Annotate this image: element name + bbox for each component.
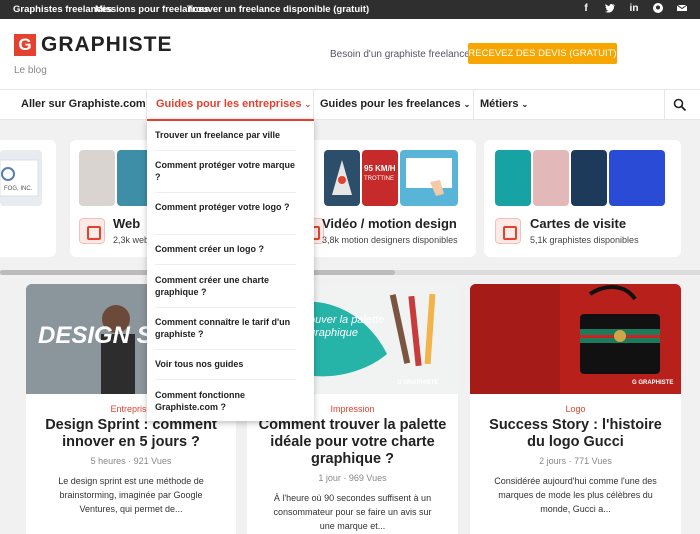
nav-divider: [146, 90, 147, 119]
site-header: G GRAPHISTE Le blog Besoin d'un graphist…: [0, 19, 700, 89]
dropdown-item-proteger-logo[interactable]: Comment protéger votre logo ?: [155, 201, 296, 213]
dropdown-item-charte-graphique[interactable]: Comment créer une charte graphique ?: [155, 274, 296, 298]
category-count: 2,3k web: [113, 235, 150, 245]
dropdown-item-tarif-graphiste[interactable]: Comment connaître le tarif d'un graphist…: [155, 316, 296, 340]
article-meta: 1 jour · 969 Vues: [318, 473, 387, 483]
linkedin-icon[interactable]: in: [628, 3, 640, 14]
dropdown-separator: [155, 234, 296, 235]
nav-metiers[interactable]: Métiers ⌄: [480, 98, 528, 110]
logo-text[interactable]: GRAPHISTE: [41, 33, 173, 57]
dropdown-separator: [155, 379, 296, 380]
chevron-down-icon: ⌄: [521, 100, 529, 109]
web-icon: [79, 218, 105, 244]
dropdown-item-freelance-ville[interactable]: Trouver un freelance par ville: [155, 129, 296, 141]
email-icon[interactable]: [676, 3, 688, 16]
dropdown-item-proteger-marque[interactable]: Comment protéger votre marque ?: [155, 159, 296, 183]
category-count: 3,8k motion designers disponibles: [322, 235, 458, 245]
category-title: Vidéo / motion design: [322, 216, 457, 231]
pinterest-icon[interactable]: [652, 3, 664, 16]
search-icon[interactable]: [673, 98, 687, 112]
article-excerpt: Considérée aujourd'hui comme l'une des m…: [494, 476, 657, 514]
article-watermark: G GRAPHISTE: [397, 380, 439, 386]
top-bar: Graphistes freelances Missions pour free…: [0, 0, 700, 19]
thumb-speed: 95 KM/H: [364, 164, 396, 173]
category-card-business-cards[interactable]: Cartes de visite 5,1k graphistes disponi…: [484, 140, 681, 257]
facebook-icon[interactable]: f: [580, 3, 592, 14]
twitter-icon[interactable]: [604, 3, 616, 16]
nav-guides-freelances[interactable]: Guides pour les freelances ⌄: [320, 98, 470, 110]
category-thumb: [495, 150, 531, 206]
category-thumb: FOG, INC.: [0, 150, 42, 206]
nav-home[interactable]: Aller sur Graphiste.com: [21, 98, 146, 110]
article-meta: 5 heures · 921 Vues: [90, 456, 172, 466]
article-title[interactable]: Comment trouver la palette idéale pour v…: [257, 417, 448, 468]
nav-guides-entreprises-label: Guides pour les entreprises: [156, 98, 302, 110]
category-count: 5,1k graphistes disponibles: [530, 235, 639, 245]
article-meta: 2 jours · 771 Vues: [539, 456, 612, 466]
article-image-text: DESIGN S: [38, 322, 153, 349]
business-card-icon: [495, 218, 521, 244]
article-watermark: G GRAPHISTE: [632, 380, 674, 386]
guides-entreprises-dropdown: Trouver un freelance par ville Comment p…: [147, 119, 314, 421]
article-title[interactable]: Design Sprint : comment innover en 5 jou…: [36, 417, 226, 451]
chevron-down-icon: ⌄: [304, 100, 312, 109]
dropdown-separator: [155, 349, 296, 350]
category-thumb: [609, 150, 665, 206]
freelance-prompt: Besoin d'un graphiste freelance ?: [330, 49, 479, 60]
category-title: Web: [113, 216, 141, 231]
article-card[interactable]: G GRAPHISTE Logo Success Story : l'histo…: [470, 284, 681, 534]
category-card-video[interactable]: 95 KM/H TROTTINE Vidéo / motion design 3…: [290, 140, 476, 257]
nav-guides-entreprises[interactable]: Guides pour les entreprises ⌄: [156, 98, 311, 110]
category-thumb: [79, 150, 115, 206]
dropdown-item-fonctionnement[interactable]: Comment fonctionne Graphiste.com ?: [155, 389, 296, 413]
category-thumb: [324, 150, 360, 206]
dropdown-item-creer-logo[interactable]: Comment créer un logo ?: [155, 243, 296, 255]
category-thumb: [571, 150, 607, 206]
article-image-art: [470, 284, 681, 394]
article-title[interactable]: Success Story : l'histoire du logo Gucci: [480, 417, 671, 451]
dropdown-separator: [155, 150, 296, 151]
category-thumb: [533, 150, 569, 206]
category-scrollbar[interactable]: [0, 270, 700, 275]
nav-divider: [664, 90, 665, 119]
main-nav: Aller sur Graphiste.com Guides pour les …: [0, 89, 700, 120]
category-thumb: [400, 150, 458, 206]
article-image-text: ouver la palette graphique: [309, 314, 385, 339]
tagline: Le blog: [14, 65, 47, 76]
nav-metiers-label: Métiers: [480, 98, 519, 110]
nav-divider: [313, 90, 314, 119]
chevron-down-icon: ⌄: [463, 100, 471, 109]
nav-guides-freelances-label: Guides pour les freelances: [320, 98, 461, 110]
category-title: Cartes de visite: [530, 216, 627, 231]
dropdown-separator: [155, 307, 296, 308]
thumb-label: FOG, INC.: [4, 186, 33, 192]
link-trouver-freelance[interactable]: Trouver un freelance disponible (gratuit…: [187, 4, 369, 15]
dropdown-separator: [155, 264, 296, 265]
dropdown-item-tous-guides[interactable]: Voir tous nos guides: [155, 358, 296, 370]
dropdown-separator: [155, 192, 296, 193]
category-card-logo[interactable]: FOG, INC. re is: [0, 140, 56, 257]
nav-divider: [473, 90, 474, 119]
quote-cta-button[interactable]: RECEVEZ DES DEVIS (GRATUIT): [468, 43, 617, 64]
logo-mark[interactable]: G: [14, 34, 36, 56]
article-image[interactable]: G GRAPHISTE: [470, 284, 681, 394]
thumb-road: TROTTINE: [364, 176, 394, 182]
article-category[interactable]: Logo: [470, 404, 681, 414]
article-excerpt: À l'heure où 90 secondes suffisent à un …: [273, 493, 432, 531]
article-excerpt: Le design sprint est une méthode de brai…: [58, 476, 204, 514]
category-thumb: 95 KM/H TROTTINE: [362, 150, 398, 206]
